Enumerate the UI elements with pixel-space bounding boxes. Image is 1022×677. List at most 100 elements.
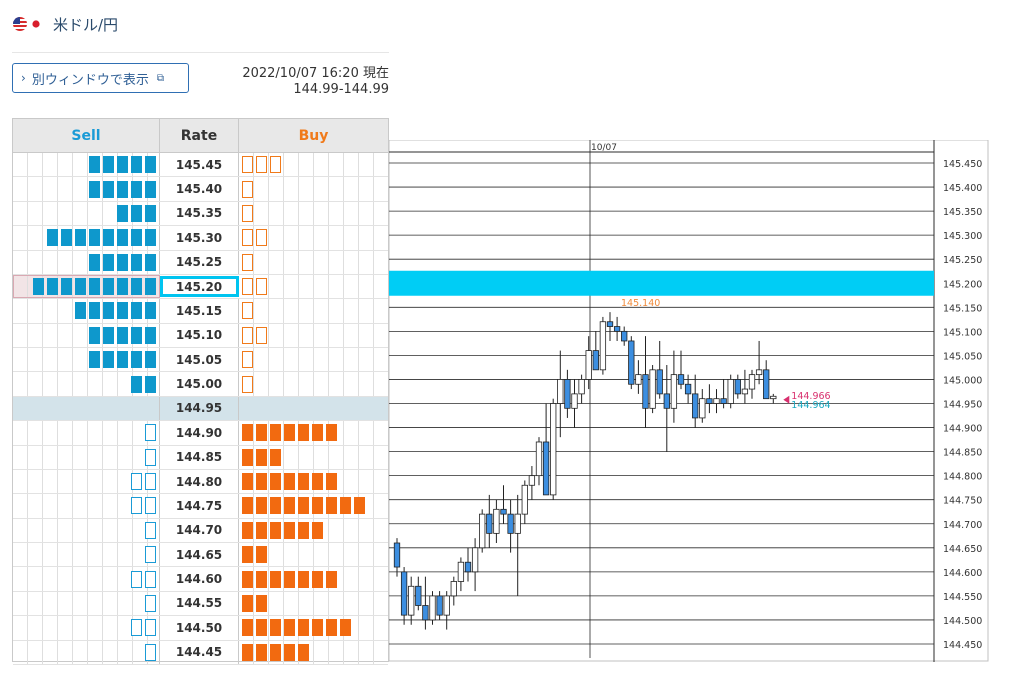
sell-volume-cell [13, 396, 160, 421]
order-book-row[interactable]: 144.60 [13, 567, 388, 592]
order-book-row[interactable]: 145.25 [13, 250, 388, 275]
currency-pair-title: 米ドル/円 [53, 16, 119, 34]
buy-volume-block [256, 326, 267, 344]
order-book-row[interactable]: 145.05 [13, 348, 388, 373]
buy-volume-block [312, 424, 323, 442]
order-book-row[interactable]: 145.15 [13, 299, 388, 324]
order-book-row[interactable]: 144.55 [13, 591, 388, 617]
candle-body [422, 605, 429, 621]
buy-volume-block [242, 351, 253, 369]
order-book-row[interactable]: 144.75 [13, 494, 388, 519]
rate-cell: 145.35 [160, 201, 239, 226]
candle-body [649, 369, 656, 409]
candle-body [500, 508, 507, 515]
rate-cell: 144.95 [160, 396, 239, 421]
open-new-window-button[interactable]: › 別ウィンドウで表示 ⧉ [12, 63, 189, 93]
buy-volume-cell [239, 153, 388, 177]
sell-volume-block [103, 229, 114, 247]
sell-volume-block [131, 229, 142, 247]
rate-cell: 145.40 [160, 177, 239, 201]
candle-body [415, 585, 422, 606]
candle-body [599, 321, 607, 371]
sell-volume-block [103, 302, 114, 320]
rate-cell: 144.80 [160, 469, 239, 494]
order-book-row[interactable]: 144.95 [13, 396, 388, 422]
candle-body [606, 321, 614, 327]
buy-volume-cell [239, 445, 388, 469]
candle-body [450, 581, 457, 597]
rate-cell: 144.55 [160, 591, 239, 616]
rate-cell: 144.65 [160, 543, 239, 567]
buy-volume-block [256, 156, 267, 174]
buy-volume-cell [239, 274, 388, 299]
y-axis-tick-label: 145.050 [943, 351, 982, 362]
order-book-row[interactable]: 145.10 [13, 323, 388, 348]
candle-body [741, 388, 749, 395]
buy-volume-block [256, 521, 267, 539]
sell-volume-block [103, 253, 114, 271]
buy-volume-cell [239, 348, 388, 372]
order-book-row[interactable]: 144.80 [13, 469, 388, 495]
order-book-row[interactable]: 145.45 [13, 153, 388, 178]
buy-volume-block [298, 643, 309, 661]
sell-column-header: Sell [13, 119, 160, 152]
sell-volume-block [89, 278, 100, 296]
buy-volume-cell [239, 494, 388, 518]
order-book-row[interactable]: 144.50 [13, 616, 388, 641]
candle-body [677, 374, 685, 385]
candle-body [514, 513, 521, 534]
order-book-row[interactable]: 144.65 [13, 543, 388, 568]
order-book-row[interactable]: 145.20 [13, 274, 388, 300]
sell-volume-block [103, 278, 114, 296]
buy-volume-block [242, 594, 253, 612]
order-book-row[interactable]: 144.90 [13, 421, 388, 446]
buy-volume-block [312, 570, 323, 588]
sell-volume-block [145, 204, 156, 222]
buy-volume-cell [239, 372, 388, 396]
candle-body [635, 374, 642, 385]
sell-volume-block [131, 497, 142, 515]
order-book-row[interactable]: 144.70 [13, 518, 388, 543]
candle-body [436, 595, 443, 616]
y-axis-tick-label: 144.750 [943, 496, 982, 507]
order-book-row[interactable]: 145.35 [13, 201, 388, 227]
sell-volume-block [75, 302, 86, 320]
buy-volume-cell [239, 591, 388, 616]
rate-cell: 145.10 [160, 323, 239, 347]
date-label: 10/07 [591, 143, 617, 153]
buy-volume-cell [239, 323, 388, 347]
buy-volume-block [340, 497, 351, 515]
buy-volume-block [326, 570, 337, 588]
sell-volume-block [131, 326, 142, 344]
y-axis-tick-label: 144.700 [943, 520, 982, 531]
sell-volume-cell [13, 250, 160, 274]
sell-volume-block [145, 594, 156, 612]
sell-volume-block [117, 351, 128, 369]
candle-body [621, 330, 628, 342]
buy-volume-block [284, 570, 295, 588]
order-book-row[interactable]: 145.30 [13, 226, 388, 251]
rate-cell: 144.90 [160, 421, 239, 445]
order-book-row[interactable]: 145.00 [13, 372, 388, 397]
rate-cell: 144.45 [160, 640, 239, 664]
sell-volume-block [103, 351, 114, 369]
sell-volume-block [89, 229, 100, 247]
sell-volume-cell [13, 567, 160, 591]
candle-body [521, 484, 528, 515]
order-book-row[interactable]: 145.40 [13, 177, 388, 202]
buy-volume-block [242, 521, 253, 539]
order-book-row[interactable]: 144.45 [13, 640, 388, 665]
buy-volume-cell [239, 397, 388, 420]
rate-cell: 144.85 [160, 445, 239, 469]
buy-volume-block [284, 473, 295, 491]
buy-volume-block [284, 424, 295, 442]
currency-flags-icon [13, 17, 43, 31]
candle-body [706, 398, 713, 404]
sell-volume-cell [13, 591, 160, 616]
candle-body [493, 508, 500, 534]
order-book-row[interactable]: 144.85 [13, 445, 388, 470]
sell-volume-cell [13, 323, 160, 347]
sell-volume-cell [13, 201, 160, 226]
candle-body [542, 441, 550, 496]
sell-volume-cell [13, 518, 160, 542]
